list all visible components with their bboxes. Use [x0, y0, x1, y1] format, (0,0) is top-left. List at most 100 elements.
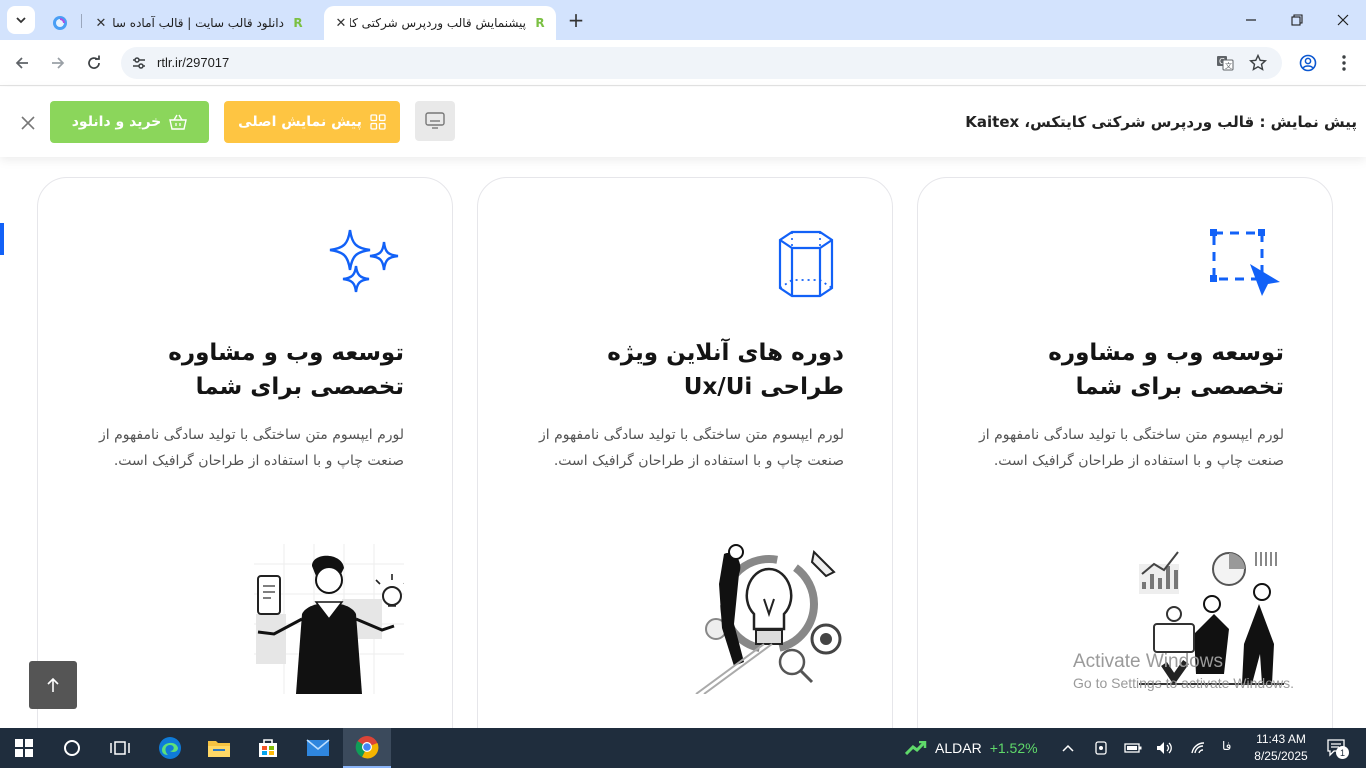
sparkles-icon — [328, 226, 404, 302]
card-text: لورم ایپسوم متن ساختگی با تولید سادگی نا… — [978, 427, 1284, 469]
buy-download-label: خرید و دانلود — [71, 114, 162, 130]
battery-icon — [1124, 743, 1142, 753]
grid-icon — [370, 114, 386, 130]
translate-icon: G文 — [1217, 56, 1234, 71]
star-icon — [1249, 54, 1267, 71]
close-icon[interactable]: ✕ — [92, 14, 110, 32]
basket-icon — [169, 114, 188, 130]
notification-center-button[interactable]: 1 — [1324, 738, 1350, 759]
mail-icon — [306, 739, 330, 756]
tab-title: پیشنمایش قالب وردپرس شرکتی کا — [350, 16, 526, 30]
back-button[interactable] — [8, 49, 36, 77]
network-status[interactable] — [1188, 738, 1208, 758]
profile-button[interactable] — [1294, 49, 1322, 77]
taskbar-chrome[interactable] — [343, 728, 391, 768]
monitor-icon — [425, 112, 445, 129]
buy-download-button[interactable]: خرید و دانلود — [50, 101, 209, 143]
rtl-theme-icon: R — [535, 16, 545, 30]
edge-icon — [159, 737, 181, 759]
address-bar[interactable]: rtlr.ir/297017 G文 — [121, 47, 1282, 79]
card-title: توسعه وب و مشاوره تخصصی برای شما — [168, 340, 404, 400]
tab-preview-active[interactable]: R پیشنمایش قالب وردپرس شرکتی کا ✕ — [324, 6, 556, 40]
site-info-button[interactable] — [127, 51, 151, 75]
device-toggle-button[interactable] — [415, 101, 455, 141]
idea-growth-illustration — [694, 544, 844, 695]
tab-title: دانلود قالب سایت | قالب آماده سا — [112, 16, 284, 30]
close-icon[interactable]: ✕ — [332, 14, 350, 32]
browser-tab-strip: R دانلود قالب سایت | قالب آماده سا ✕ R پ… — [0, 0, 1366, 40]
ticker-name: ALDAR — [935, 740, 982, 756]
taskbar-store[interactable] — [244, 728, 292, 768]
watermark-title: Activate Windows — [1073, 651, 1223, 672]
preview-title: پیش نمایش : قالب وردپرس شرکتی کایتکس، Ka… — [965, 113, 1357, 131]
clock-time: 11:43 AM — [1256, 732, 1306, 746]
taskbar-edge[interactable] — [146, 728, 194, 768]
translate-button[interactable]: G文 — [1213, 51, 1237, 75]
tab-download-templates[interactable]: R دانلود قالب سایت | قالب آماده سا ✕ — [84, 6, 320, 40]
arrow-up-icon — [47, 677, 59, 692]
volume-control[interactable] — [1155, 738, 1175, 758]
windows-taskbar: ALDAR +1.52% فا 11:43 AM 8/25/2025 1 — [0, 728, 1366, 768]
clock-date: 8/25/2025 — [1254, 749, 1308, 763]
show-hidden-icons-button[interactable] — [1058, 738, 1078, 758]
tab-search-button[interactable] — [7, 6, 35, 34]
trend-up-icon — [905, 741, 927, 755]
card-text: لورم ایپسوم متن ساختگی با تولید سادگی نا… — [98, 427, 404, 469]
browser-toolbar: rtlr.ir/297017 G文 — [0, 40, 1366, 86]
speaker-icon — [1157, 742, 1172, 754]
close-icon — [21, 116, 35, 130]
scroll-to-top-button[interactable] — [29, 661, 77, 709]
page-content: توسعه وب و مشاوره تخصصی برای شما لورم ای… — [0, 157, 1366, 728]
card-text: لورم ایپسوم متن ساختگی با تولید سادگی نا… — [538, 427, 844, 469]
main-demo-label: پیش نمایش اصلی — [238, 114, 362, 130]
arrow-left-icon — [15, 57, 28, 69]
tab-copilot[interactable] — [44, 6, 76, 40]
forward-button[interactable] — [44, 49, 72, 77]
profile-icon — [1299, 54, 1317, 72]
reload-button[interactable] — [80, 49, 108, 77]
input-language[interactable]: فا — [1222, 739, 1231, 753]
service-card: توسعه وب و مشاوره تخصصی برای شما لورم ای… — [917, 177, 1333, 728]
more-vertical-icon — [1342, 55, 1346, 71]
rtl-theme-icon: R — [293, 16, 303, 30]
restore-button[interactable] — [1274, 0, 1320, 40]
start-button[interactable] — [0, 728, 48, 768]
url-text[interactable]: rtlr.ir/297017 — [157, 55, 229, 70]
chevron-up-icon — [1062, 744, 1074, 752]
minimize-button[interactable] — [1228, 0, 1274, 40]
tab-separator — [81, 14, 82, 28]
notification-count: 1 — [1336, 746, 1349, 759]
thinking-man-illustration — [254, 544, 409, 694]
stock-ticker-widget[interactable]: ALDAR +1.52% — [905, 728, 1038, 768]
tray-device-icon[interactable] — [1091, 738, 1111, 758]
search-button[interactable] — [48, 728, 96, 768]
system-clock[interactable]: 11:43 AM 8/25/2025 — [1248, 731, 1314, 765]
menu-button[interactable] — [1330, 49, 1358, 77]
copilot-icon — [53, 16, 67, 30]
store-icon — [259, 739, 277, 757]
task-view-button[interactable] — [96, 728, 144, 768]
chevron-down-icon — [16, 17, 26, 24]
windows-icon — [15, 739, 33, 757]
preview-bar: پیش نمایش : قالب وردپرس شرکتی کایتکس، Ka… — [0, 87, 1366, 157]
taskbar-mail[interactable] — [294, 728, 342, 768]
task-view-icon — [110, 741, 130, 755]
hexagon-prism-icon — [768, 226, 844, 302]
wifi-icon — [1191, 742, 1205, 754]
bookmark-button[interactable] — [1246, 51, 1270, 75]
battery-status[interactable] — [1123, 738, 1143, 758]
close-window-button[interactable] — [1320, 0, 1366, 40]
folder-icon — [208, 741, 230, 757]
arrow-right-icon — [52, 57, 65, 69]
close-preview-button[interactable] — [16, 111, 40, 135]
card-title: توسعه وب و مشاوره تخصصی برای شما — [1048, 340, 1284, 400]
side-indicator — [0, 223, 4, 255]
main-demo-button[interactable]: پیش نمایش اصلی — [224, 101, 400, 143]
ticker-change: +1.52% — [989, 740, 1038, 756]
tune-icon — [133, 57, 145, 69]
activate-windows-watermark: Activate Windows Go to Settings to activ… — [1073, 651, 1294, 691]
cortana-circle-icon — [64, 740, 80, 756]
taskbar-file-explorer[interactable] — [195, 728, 243, 768]
new-tab-button[interactable]: + — [564, 8, 588, 32]
card-title: دوره های آنلاین ویژه طراحی Ux/Ui — [607, 340, 844, 400]
